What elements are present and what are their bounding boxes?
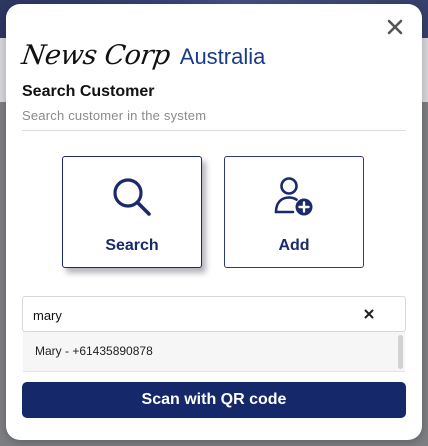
search-results-dropdown: Mary - +61435890878 <box>23 332 405 372</box>
divider <box>22 130 406 131</box>
search-result-item[interactable]: Mary - +61435890878 <box>35 344 153 358</box>
close-button[interactable] <box>384 16 406 38</box>
dialog-title: Search Customer <box>22 83 155 100</box>
add-option-tile[interactable]: Add <box>224 156 364 268</box>
logo-script-text: News Corp <box>19 40 172 71</box>
search-customer-dialog: News Corp Australia Search Customer Sear… <box>6 4 422 440</box>
dropdown-scrollbar[interactable] <box>398 335 403 369</box>
clear-search-button[interactable] <box>361 306 377 322</box>
news-corp-logo: News Corp Australia <box>19 40 266 76</box>
add-user-icon <box>274 177 313 216</box>
add-option-label: Add <box>278 237 310 254</box>
search-option-tile[interactable]: Search <box>62 156 202 268</box>
background-panel-right <box>422 38 428 102</box>
clear-icon <box>364 309 374 319</box>
dialog-subtitle: Search customer in the system <box>22 108 207 123</box>
logo-word-text: Australia <box>179 44 266 69</box>
customer-search-input[interactable] <box>33 305 353 325</box>
scan-qr-button[interactable]: Scan with QR code <box>22 382 406 418</box>
close-icon <box>387 19 403 35</box>
search-option-label: Search <box>105 237 159 254</box>
search-icon <box>113 178 151 216</box>
customer-search-field <box>22 296 406 332</box>
